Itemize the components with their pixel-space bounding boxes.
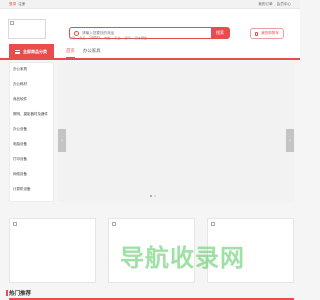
login-link[interactable]: 登录 (9, 2, 16, 7)
section-title: 热门推荐 (5, 290, 32, 297)
carousel-dots (150, 195, 156, 197)
broken-image-icon (13, 222, 17, 226)
member-center-link[interactable]: 会员中心 (277, 2, 291, 7)
all-categories-label: 全部商品分类 (23, 49, 47, 54)
promo-card[interactable] (9, 218, 96, 283)
search-button[interactable]: 搜索 (210, 26, 230, 39)
carousel-next-button[interactable]: › (286, 129, 294, 152)
hot-word[interactable]: 固态硬盘 (135, 35, 147, 40)
sidebar-item[interactable]: 电脑设备 (13, 142, 27, 147)
auth-links: 登录 注册 (9, 2, 25, 7)
category-sidebar: 办公家具 办公耗材 商品软件 照明、摄影器材及器件 办公设备 电脑设备 打印设备… (9, 62, 54, 202)
header: 搜索 我的购物车 (0, 9, 300, 44)
cart-icon (255, 31, 258, 36)
hot-words: 热销 新品 Galaxy 电脑 墨盒 复印 固态硬盘 (69, 35, 147, 40)
carousel-dot[interactable] (154, 195, 156, 197)
sidebar-item[interactable]: 商品软件 (13, 97, 27, 102)
sidebar-item[interactable]: 打印设备 (13, 157, 27, 162)
banner-carousel[interactable]: ‹ › (58, 62, 294, 202)
orders-link[interactable]: 我的订单 (258, 2, 272, 7)
tab-office-furniture[interactable]: 办公家具 (83, 48, 101, 54)
carousel-prev-button[interactable]: ‹ (58, 129, 66, 152)
hot-word[interactable]: 新品 (79, 35, 85, 40)
carousel-dot[interactable] (150, 195, 152, 197)
page: 登录 注册 我的订单 会员中心 搜索 我的购物车 热销 新品 Galaxy 电脑… (0, 0, 300, 300)
all-categories-button[interactable]: 全部商品分类 (9, 44, 54, 60)
sidebar-item[interactable]: 办公设备 (13, 127, 27, 132)
register-link[interactable]: 注册 (18, 2, 25, 7)
sidebar-item[interactable]: 办公耗材 (13, 82, 27, 87)
watermark: 导航收录网 (120, 244, 245, 272)
cart-button[interactable]: 我的购物车 (250, 28, 284, 39)
hot-word[interactable]: Galaxy (89, 35, 100, 40)
user-links: 我的订单 会员中心 (258, 2, 291, 7)
sidebar-item[interactable]: 照明、摄影器材及器件 (13, 112, 48, 117)
hot-word[interactable]: 复印 (124, 35, 130, 40)
hot-word[interactable]: 热销 (69, 35, 75, 40)
hot-word[interactable]: 墨盒 (114, 35, 120, 40)
sidebar-item[interactable]: 网络设备 (13, 172, 27, 177)
main-nav: 全部商品分类 首页 办公家具 (0, 44, 300, 60)
sidebar-item[interactable]: 办公家具 (13, 67, 27, 72)
hot-word[interactable]: 电脑 (104, 35, 110, 40)
tab-home[interactable]: 首页 (66, 48, 75, 58)
site-logo[interactable] (8, 19, 46, 39)
top-bar: 登录 注册 我的订单 会员中心 (0, 0, 300, 9)
broken-image-icon (10, 21, 14, 25)
broken-image-icon (211, 222, 215, 226)
cart-label: 我的购物车 (261, 31, 279, 35)
broken-image-icon (112, 222, 116, 226)
menu-icon (15, 50, 20, 54)
sidebar-item[interactable]: 计算机设备 (13, 187, 31, 192)
